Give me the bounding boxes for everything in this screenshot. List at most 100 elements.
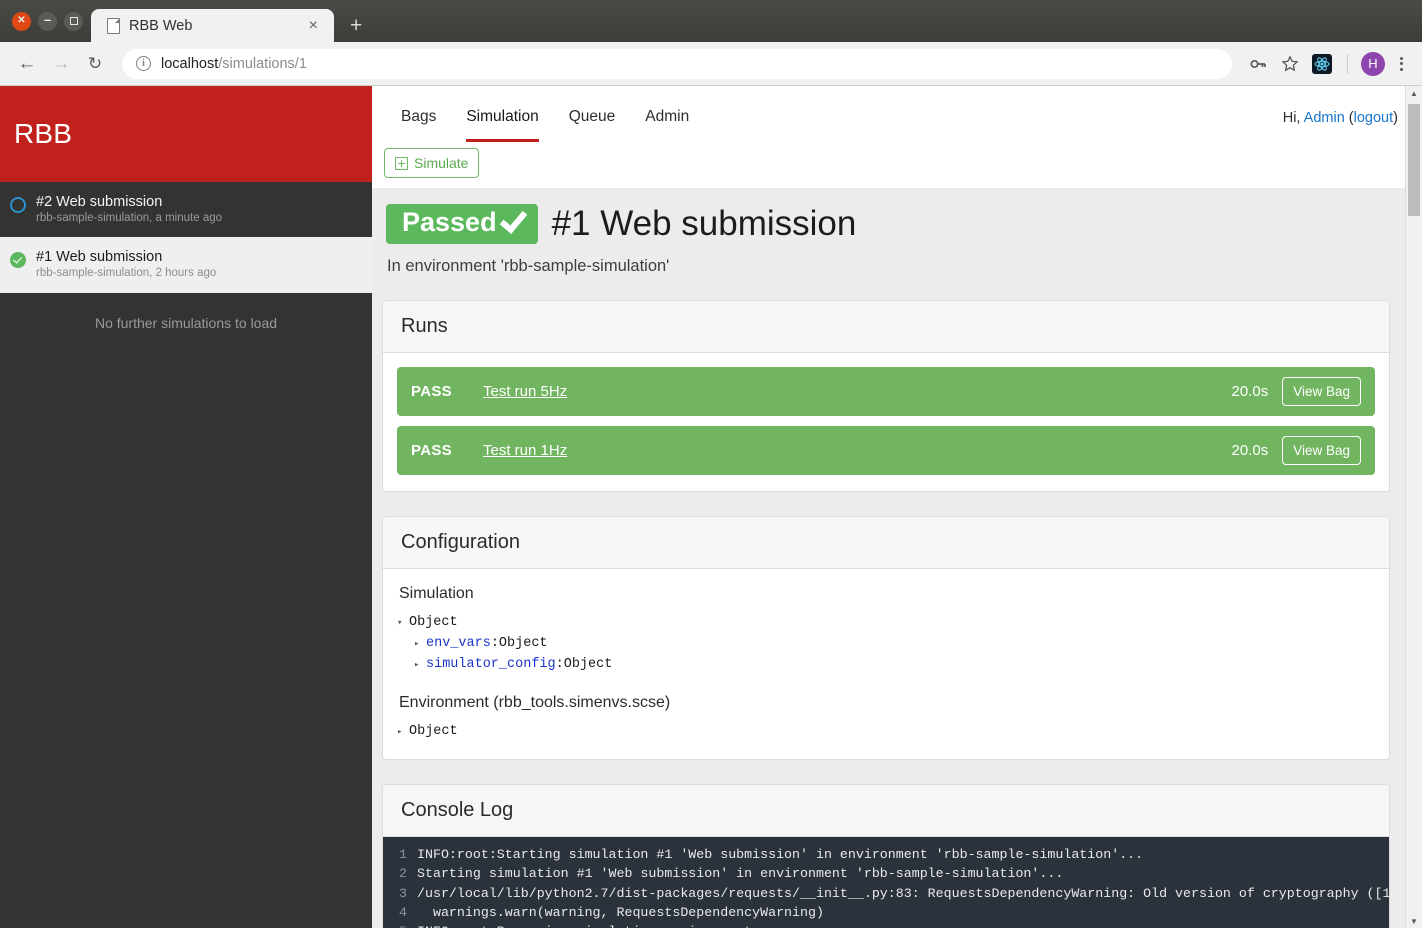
- run-status: PASS: [411, 383, 452, 400]
- log-line: 4 warnings.warn(warning, RequestsDepende…: [383, 903, 1389, 922]
- tab-queue[interactable]: Queue: [554, 108, 631, 142]
- status-badge-label: Passed: [402, 207, 497, 237]
- main-content: Bags Simulation Queue Admin Hi, Admin (l…: [372, 86, 1422, 928]
- run-duration: 20.0s: [1231, 383, 1269, 400]
- scrollbar-thumb[interactable]: [1408, 104, 1420, 216]
- triangle-right-icon[interactable]: ▸: [397, 726, 405, 740]
- window-maximize-button[interactable]: [64, 11, 83, 31]
- forward-button[interactable]: →: [46, 49, 76, 79]
- window-titlebar: ✕ – RBB Web × +: [0, 0, 1422, 42]
- password-key-icon[interactable]: [1244, 50, 1272, 78]
- window-minimize-button[interactable]: –: [38, 11, 57, 31]
- log-line-text: /usr/local/lib/python2.7/dist-packages/r…: [417, 885, 1389, 901]
- console-log-output[interactable]: 1 INFO:root:Starting simulation #1 'Web s…: [383, 836, 1389, 928]
- console-log-panel-title: Console Log: [383, 784, 1389, 837]
- action-subbar: Simulate: [372, 142, 1422, 188]
- page-icon: [107, 17, 120, 34]
- browser-toolbar: ← → ↻ i localhost /simulations/1 H: [0, 42, 1422, 86]
- sidebar-item-subtitle: rbb-sample-simulation, 2 hours ago: [36, 267, 217, 280]
- simulation-config-label: Simulation: [399, 585, 474, 602]
- address-bar[interactable]: i localhost /simulations/1: [122, 48, 1232, 79]
- brand-title: RBB: [14, 118, 73, 149]
- runs-panel-body: PASS Test run 5Hz 20.0s View Bag PASS Te…: [383, 353, 1389, 491]
- environment-config-label: Environment (rbb_tools.simenvs.scse): [399, 693, 671, 711]
- json-key: env_vars: [426, 635, 491, 651]
- log-line: 3/usr/local/lib/python2.7/dist-packages/…: [383, 884, 1389, 903]
- json-value: Object: [498, 635, 548, 651]
- page-heading-row: Passed #1 Web submission: [382, 204, 1390, 244]
- browser-tab[interactable]: RBB Web ×: [91, 9, 334, 42]
- log-line-number: 2: [399, 866, 407, 882]
- tab-admin[interactable]: Admin: [630, 108, 704, 142]
- triangle-right-icon[interactable]: ▸: [414, 638, 422, 652]
- toolbar-divider: [1347, 53, 1348, 74]
- view-bag-button[interactable]: View Bag: [1282, 377, 1361, 406]
- page-scrollbar[interactable]: ▲ ▼: [1405, 86, 1422, 928]
- url-path: /simulations/1: [218, 55, 307, 72]
- log-line-number: 1: [399, 846, 407, 862]
- avatar: H: [1361, 51, 1385, 76]
- run-row: PASS Test run 1Hz 20.0s View Bag: [397, 426, 1375, 475]
- view-bag-button[interactable]: View Bag: [1282, 436, 1361, 465]
- browser-tab-title: RBB Web: [129, 17, 193, 34]
- close-icon: ✕: [17, 15, 26, 26]
- new-tab-button[interactable]: +: [334, 9, 378, 42]
- nav-tabs: Bags Simulation Queue Admin Hi, Admin (l…: [386, 86, 1422, 142]
- bookmark-star-icon[interactable]: [1276, 50, 1304, 78]
- triangle-down-icon[interactable]: ▾: [397, 617, 405, 631]
- window-close-button[interactable]: ✕: [12, 11, 31, 31]
- triangle-right-icon[interactable]: ▸: [414, 659, 422, 673]
- sidebar-item-simulation-2[interactable]: #2 Web submission rbb-sample-simulation,…: [0, 182, 372, 237]
- log-line-text: INFO:root:Preparing simulation environme…: [417, 922, 776, 928]
- run-duration: 20.0s: [1231, 442, 1269, 459]
- profile-avatar[interactable]: H: [1359, 50, 1387, 78]
- tab-simulation[interactable]: Simulation: [451, 108, 553, 142]
- logout-close-paren: ): [1393, 110, 1398, 126]
- sidebar-item-simulation-1[interactable]: #1 Web submission rbb-sample-simulation,…: [0, 237, 372, 293]
- json-child-row[interactable]: ▸ env_vars : Object: [397, 634, 1375, 655]
- environment-json-tree: ▸ Object: [397, 722, 1375, 743]
- user-greeting: Hi, Admin (logout): [1283, 110, 1422, 142]
- scroll-down-arrow-icon[interactable]: ▼: [1406, 914, 1422, 928]
- log-line: 5INFO:root:Preparing simulation environm…: [383, 922, 1389, 928]
- log-line: 2 Starting simulation #1 'Web submission'…: [383, 864, 1389, 883]
- scroll-up-arrow-icon[interactable]: ▲: [1406, 86, 1422, 100]
- minimize-icon: –: [43, 12, 52, 27]
- reload-button[interactable]: ↻: [80, 49, 110, 79]
- json-root-row[interactable]: ▾ Object: [397, 613, 1375, 634]
- json-child-row[interactable]: ▸ simulator_config : Object: [397, 655, 1375, 676]
- logout-link[interactable]: logout: [1354, 110, 1394, 126]
- scrollbar-track[interactable]: [1406, 100, 1422, 914]
- log-line-number: 3: [399, 885, 407, 901]
- page-subtitle: In environment 'rbb-sample-simulation': [387, 257, 670, 275]
- json-root-label: Object: [409, 615, 458, 630]
- site-info-icon[interactable]: i: [136, 56, 151, 71]
- json-key: simulator_config: [426, 656, 556, 672]
- simulation-json-tree: ▾ Object ▸ env_vars : Object ▸ simulator…: [397, 613, 1375, 676]
- browser-menu-icon[interactable]: [1391, 56, 1412, 71]
- react-extension-icon[interactable]: [1308, 50, 1336, 78]
- sidebar-item-title: #2 Web submission: [36, 194, 163, 210]
- tab-close-icon[interactable]: ×: [303, 17, 324, 34]
- configuration-panel: Configuration Simulation ▾ Object ▸ env_…: [382, 516, 1390, 760]
- status-badge: Passed: [386, 204, 538, 244]
- runs-panel-title: Runs: [383, 301, 1389, 353]
- tab-bags[interactable]: Bags: [386, 108, 451, 142]
- configuration-panel-title: Configuration: [383, 517, 1389, 569]
- tab-strip: RBB Web × +: [91, 0, 1422, 42]
- page-inner: Passed #1 Web submission In environment …: [382, 188, 1390, 928]
- page-title: #1 Web submission: [551, 204, 857, 243]
- log-line-number: 4: [399, 904, 407, 920]
- simulate-button[interactable]: Simulate: [384, 148, 480, 178]
- run-name-link[interactable]: Test run 5Hz: [483, 383, 567, 400]
- sidebar-item-texts: #1 Web submission rbb-sample-simulation,…: [36, 249, 216, 280]
- sidebar-item-title: #1 Web submission: [36, 249, 163, 266]
- user-link[interactable]: Admin: [1304, 110, 1345, 126]
- logout-open-paren: (: [1344, 110, 1354, 126]
- configuration-panel-body: Simulation ▾ Object ▸ env_vars : Object …: [383, 569, 1389, 759]
- sidebar: RBB #2 Web submission rbb-sample-simulat…: [0, 86, 372, 928]
- top-navbar: Bags Simulation Queue Admin Hi, Admin (l…: [372, 86, 1422, 142]
- run-name-link[interactable]: Test run 1Hz: [483, 442, 567, 459]
- back-button[interactable]: ←: [12, 49, 42, 79]
- json-root-row[interactable]: ▸ Object: [397, 722, 1375, 743]
